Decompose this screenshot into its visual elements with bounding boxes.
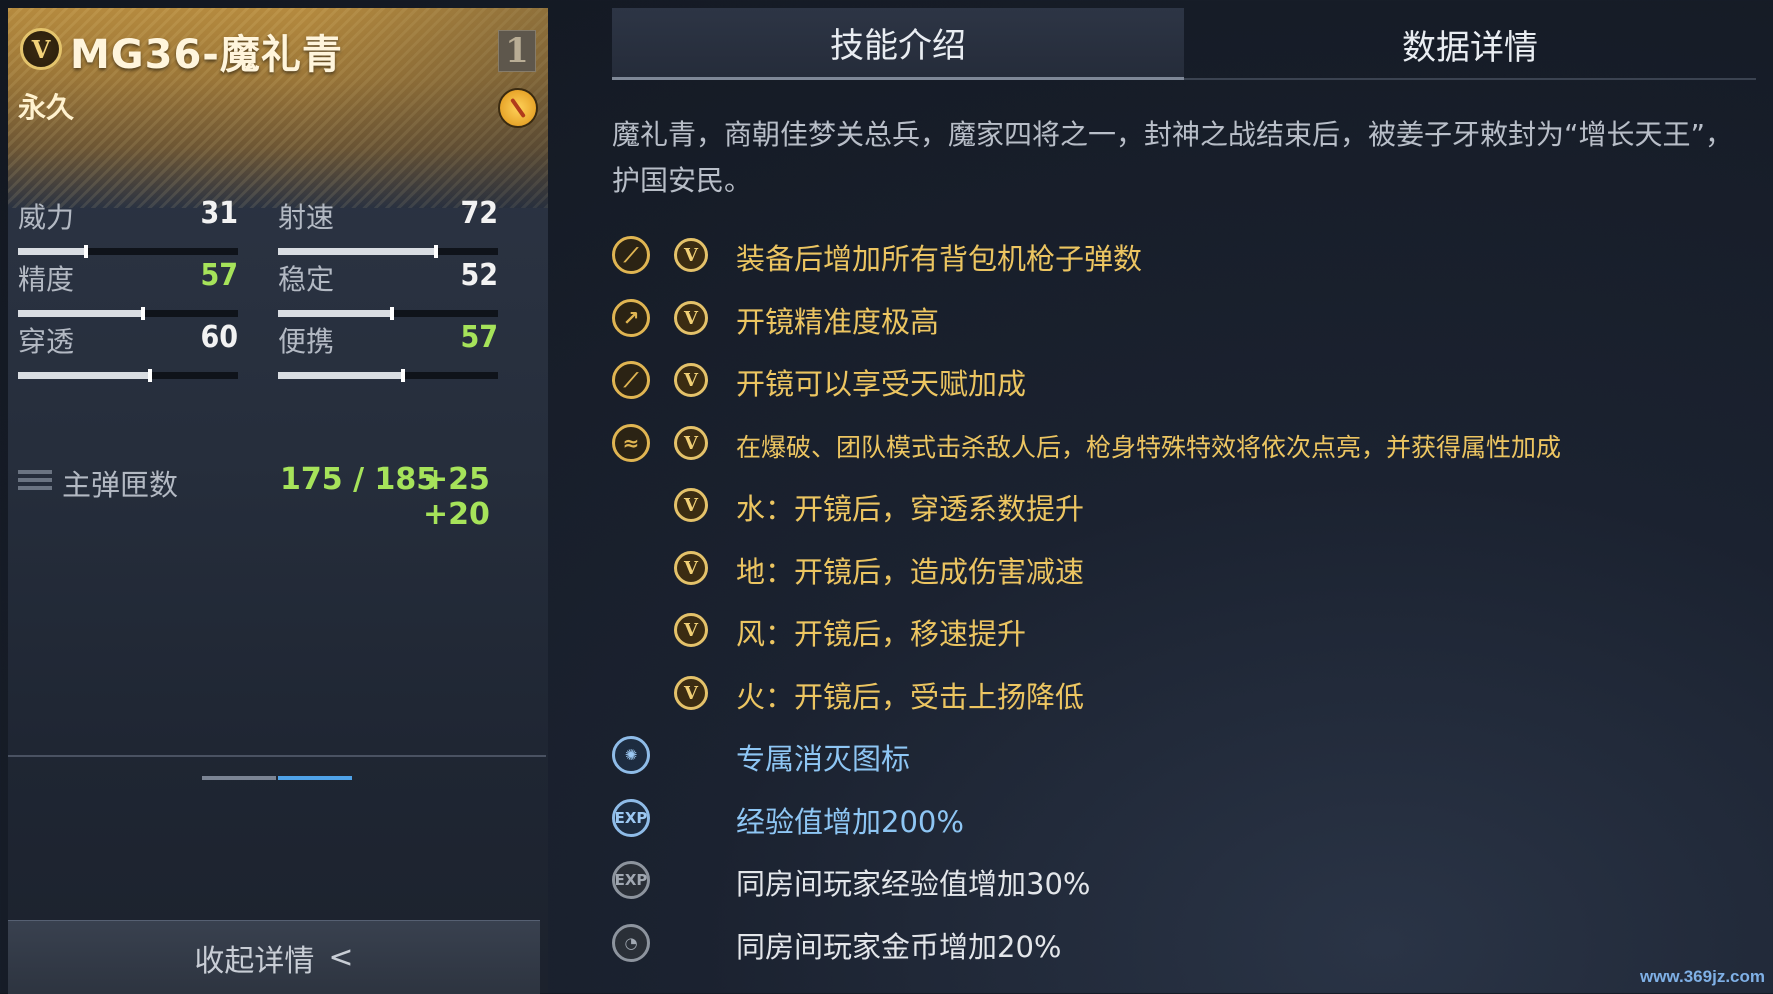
skill-text: 开镜精准度极高 [736, 305, 940, 339]
stat-value: 57 [460, 320, 498, 355]
ammo-bonus: +25 +20 [423, 462, 490, 532]
skill-text: 同房间玩家金币增加20% [736, 930, 1062, 964]
ammo-value: 175 / 185 [280, 462, 438, 497]
tab-underline [1184, 78, 1756, 80]
stat-bar-marker [84, 245, 88, 258]
skill-row: ↗ V 开镜精准度极高 [612, 295, 1762, 343]
skill-row: ◔ 同房间玩家金币增加20% [612, 920, 1762, 968]
compass-icon[interactable] [498, 88, 538, 128]
stat-bar-marker [141, 307, 145, 320]
tab-skill-intro[interactable]: 技能介绍 [612, 8, 1184, 80]
stat-bar-marker [390, 307, 394, 320]
vip-v-icon: V [674, 613, 708, 647]
vip-v-icon: V [674, 363, 708, 397]
skill-text: 风：开镜后，移速提升 [736, 617, 1027, 651]
weapon-description: 魔礼青，商朝佳梦关总兵，魔家四将之一，封神之战结束后，被姜子牙敕封为“增长天王”… [612, 118, 1734, 197]
weapon-duration: 永久 [18, 91, 75, 124]
stat-bar-marker [148, 369, 152, 382]
skill-row: ⟋ V 装备后增加所有背包机枪子弹数 [612, 232, 1762, 280]
stat-bar [278, 369, 498, 382]
stat-bar-fill [18, 310, 143, 317]
stat-bar-fill [278, 372, 403, 379]
kill-icon: ✺ [612, 736, 650, 774]
skill-row: V 水：开镜后，穿透系数提升 [612, 482, 1762, 530]
stat-2: 精度 57 [18, 258, 238, 320]
page-indicator-1[interactable] [202, 776, 276, 780]
skill-text: 经验值增加200% [736, 805, 964, 839]
stat-label: 穿透 [18, 325, 75, 358]
crossed-guns-icon: ⟋ [612, 236, 650, 274]
stat-bar [278, 245, 498, 258]
vip-v-icon: V [674, 426, 708, 460]
vip-v-icon: V [674, 676, 708, 710]
skill-row: ⟋ V 开镜可以享受天赋加成 [612, 357, 1762, 405]
skill-text: 装备后增加所有背包机枪子弹数 [736, 242, 1143, 276]
rifle-icon: ⟋ [612, 361, 650, 399]
room-exp-icon: EXP [612, 861, 650, 899]
skill-row: V 火：开镜后，受击上扬降低 [612, 670, 1762, 718]
stat-0: 威力 31 [18, 196, 238, 258]
skill-text: 水：开镜后，穿透系数提升 [736, 492, 1085, 526]
magazine-icon [18, 470, 52, 498]
stat-bar-fill [18, 372, 150, 379]
stat-bar-fill [18, 248, 86, 255]
chevron-left-icon: < [328, 940, 354, 975]
stat-3: 稳定 52 [278, 258, 498, 320]
scope-icon: ↗ [612, 299, 650, 337]
stat-bar [278, 307, 498, 320]
stat-bar [18, 369, 238, 382]
vip-badge-icon: V [20, 28, 62, 70]
room-coin-icon: ◔ [612, 924, 650, 962]
stat-bar [18, 307, 238, 320]
stat-value: 72 [460, 196, 498, 231]
stat-value: 60 [200, 320, 238, 355]
vip-v-icon: V [674, 238, 708, 272]
page-indicator-2-active[interactable] [278, 776, 352, 780]
weapon-name: MG36-魔礼青 [70, 32, 343, 78]
skill-text: 专属消灭图标 [736, 742, 911, 776]
stat-value: 31 [200, 196, 238, 231]
ammo-label: 主弹匣数 [62, 468, 179, 502]
stat-bar [18, 245, 238, 258]
weapon-card: V MG36-魔礼青 1 永久 威力 31 射速 72 精度 57 稳定 52 穿透 60 便携 57… [8, 8, 548, 994]
stat-bar-marker [401, 369, 405, 382]
divider [8, 755, 546, 757]
collapse-label: 收起详情 [194, 943, 315, 979]
stat-value: 52 [460, 258, 498, 293]
skill-text: 地：开镜后，造成伤害减速 [736, 555, 1085, 589]
skill-text: 在爆破、团队模式击杀敌人后，枪身特殊特效将依次点亮，并获得属性加成 [736, 433, 1562, 462]
skill-row: EXP 同房间玩家经验值增加30% [612, 857, 1762, 905]
weapon-level-badge: 1 [498, 30, 536, 72]
stat-label: 威力 [18, 201, 75, 234]
stat-1: 射速 72 [278, 196, 498, 258]
skill-text: 开镜可以享受天赋加成 [736, 367, 1027, 401]
collapse-details-button[interactable]: 收起详情 < [8, 920, 540, 994]
stat-4: 穿透 60 [18, 320, 238, 382]
skill-row: ✺ 专属消灭图标 [612, 732, 1762, 780]
exp-icon: EXP [612, 799, 650, 837]
vip-v-icon: V [674, 301, 708, 335]
stat-label: 便携 [278, 325, 335, 358]
vip-v-icon: V [674, 551, 708, 585]
skill-row: V 地：开镜后，造成伤害减速 [612, 545, 1762, 593]
skill-text: 同房间玩家经验值增加30% [736, 867, 1091, 901]
watermark: www.369jz.com [1639, 967, 1765, 986]
stat-label: 稳定 [278, 263, 335, 296]
stat-bar-fill [278, 248, 436, 255]
skill-row: V 风：开镜后，移速提升 [612, 607, 1762, 655]
stat-bar-marker [434, 245, 438, 258]
stat-label: 射速 [278, 201, 335, 234]
skill-row: EXP 经验值增加200% [612, 795, 1762, 843]
vip-v-icon: V [674, 488, 708, 522]
stat-bar-fill [278, 310, 392, 317]
wind-icon: ≈ [612, 424, 650, 462]
skill-text: 火：开镜后，受击上扬降低 [736, 680, 1085, 714]
stat-label: 精度 [18, 263, 75, 296]
tab-data-details[interactable]: 数据详情 [1184, 8, 1756, 80]
stat-value: 57 [200, 258, 238, 293]
skill-row: ≈ V 在爆破、团队模式击杀敌人后，枪身特殊特效将依次点亮，并获得属性加成 [612, 420, 1762, 468]
stat-5: 便携 57 [278, 320, 498, 382]
